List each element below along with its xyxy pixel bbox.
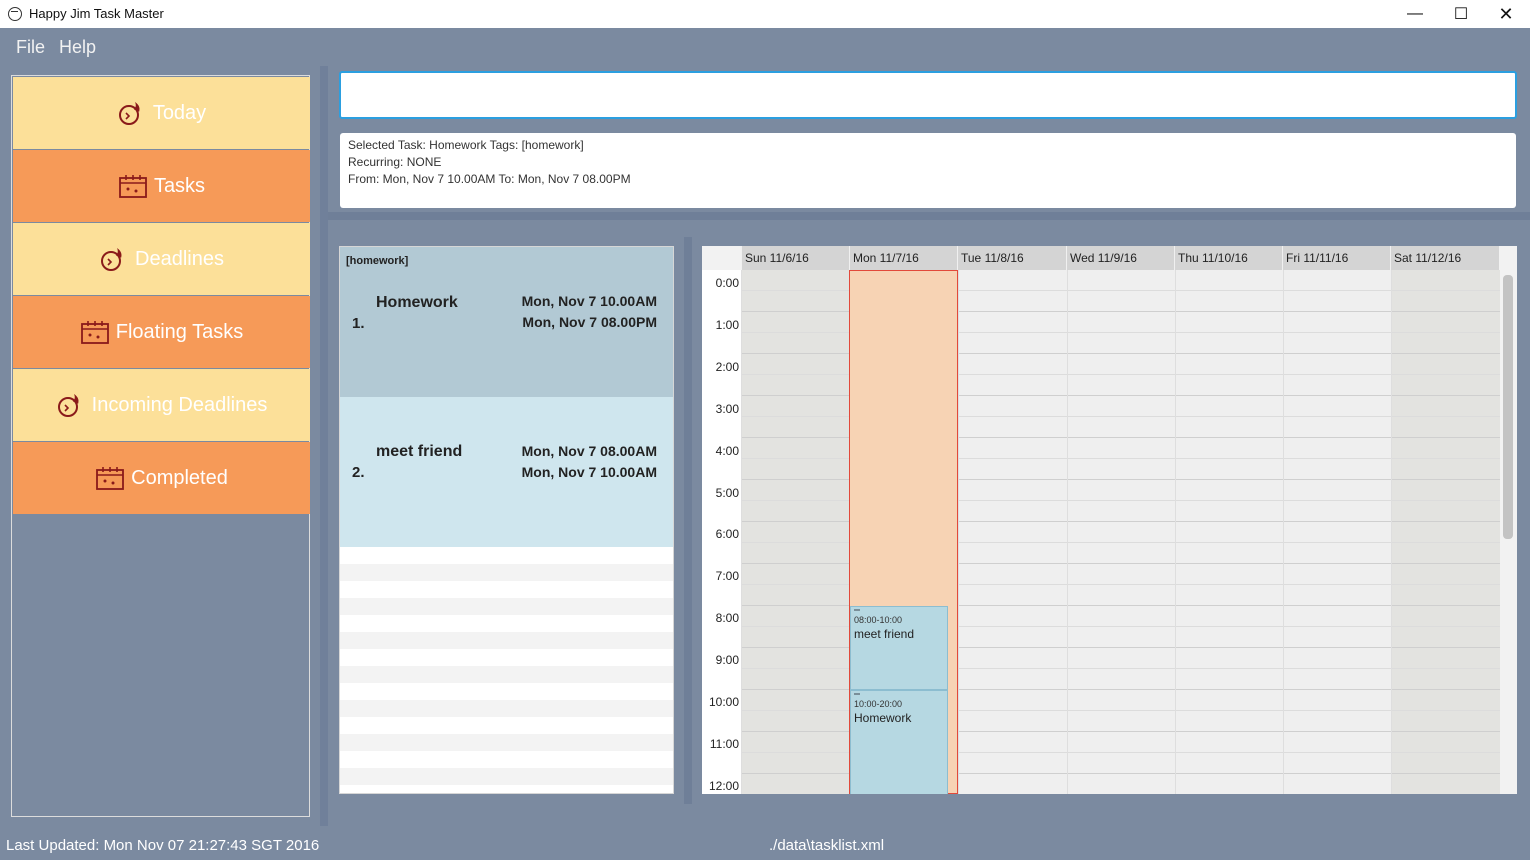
maximize-button[interactable]: ☐	[1438, 0, 1484, 28]
event-name: Homework	[854, 711, 912, 725]
task-tags: [homework]	[346, 255, 409, 267]
horizontal-divider[interactable]	[328, 212, 1530, 220]
day-header: Sat 11/12/16	[1390, 246, 1499, 270]
status-bar: Last Updated: Mon Nov 07 21:27:43 SGT 20…	[0, 828, 1530, 860]
task-card[interactable]: [homework] 1. Homework Mon, Nov 7 10.00A…	[340, 247, 673, 397]
day-header: Wed 11/9/16	[1066, 246, 1174, 270]
hour-label: 1:00	[715, 318, 739, 332]
empty-list-rows	[340, 547, 673, 793]
window-title: Happy Jim Task Master	[29, 6, 164, 21]
hour-label: 4:00	[715, 444, 739, 458]
calendar-icon	[80, 319, 110, 345]
hour-label: 2:00	[715, 360, 739, 374]
sidebar-item-label: Deadlines	[135, 247, 224, 270]
day-header: Tue 11/8/16	[957, 246, 1066, 270]
day-column-tue[interactable]	[958, 270, 1067, 794]
command-input[interactable]	[339, 71, 1517, 119]
hour-label: 7:00	[715, 569, 739, 583]
result-line: Selected Task: Homework Tags: [homework]	[348, 138, 584, 152]
task-index: 1.	[352, 315, 365, 332]
result-display: Selected Task: Homework Tags: [homework]…	[340, 133, 1516, 208]
calendar-grid[interactable]: 0:00 1:00 2:00 3:00 4:00 5:00 6:00 7:00 …	[702, 270, 1502, 794]
hour-label: 5:00	[715, 486, 739, 500]
task-name: Homework	[376, 294, 458, 311]
hour-label: 10:00	[708, 695, 739, 709]
close-button[interactable]: ✕	[1483, 0, 1529, 28]
day-header: Thu 11/10/16	[1174, 246, 1282, 270]
calendar-icon	[95, 465, 125, 491]
sidebar-item-label: Floating Tasks	[115, 320, 244, 343]
clock-flame-icon	[99, 246, 129, 272]
hour-label: 9:00	[715, 653, 739, 667]
day-column-fri[interactable]	[1283, 270, 1391, 794]
save-file-path: ./data\tasklist.xml	[769, 837, 885, 854]
hour-label: 12:00	[708, 779, 739, 793]
day-column-thu[interactable]	[1175, 270, 1283, 794]
calendar-icon	[118, 173, 148, 199]
calendar-day-headers: Sun 11/6/16 Mon 11/7/16 Tue 11/8/16 Wed …	[741, 246, 1499, 270]
sidebar-item-floating-tasks[interactable]: Floating Tasks	[13, 296, 310, 368]
event-name: meet friend	[854, 627, 915, 641]
result-line: From: Mon, Nov 7 10.00AM To: Mon, Nov 7 …	[348, 172, 631, 186]
day-column-sat[interactable]	[1391, 270, 1500, 794]
menu-help[interactable]: Help	[59, 37, 96, 58]
event-time: 08:00-10:00	[854, 615, 903, 625]
minimize-button[interactable]: —	[1392, 0, 1438, 28]
sidebar: Today Tasks Deadlines Floating Tasks Inc…	[11, 75, 310, 817]
task-end: Mon, Nov 7 08.00PM	[522, 314, 657, 330]
sidebar-divider[interactable]	[320, 66, 328, 826]
sidebar-item-tasks[interactable]: Tasks	[13, 150, 310, 222]
day-column-sun[interactable]	[741, 270, 849, 794]
sidebar-item-label: Incoming Deadlines	[91, 393, 268, 416]
event-marker	[854, 693, 860, 695]
day-header: Fri 11/11/16	[1282, 246, 1390, 270]
menu-bar: File Help	[0, 28, 1530, 64]
week-calendar: Sun 11/6/16 Mon 11/7/16 Tue 11/8/16 Wed …	[702, 246, 1517, 794]
task-index: 2.	[352, 464, 365, 481]
event-marker	[854, 609, 860, 611]
calendar-event[interactable]: 08:00-10:00 meet friend	[850, 606, 948, 690]
sidebar-item-today[interactable]: Today	[13, 77, 310, 149]
hour-label: 11:00	[709, 737, 739, 751]
sidebar-item-label: Completed	[131, 466, 228, 489]
day-header: Mon 11/7/16	[849, 246, 957, 270]
title-bar: Happy Jim Task Master — ☐ ✕	[0, 0, 1530, 28]
sidebar-item-label: Today	[152, 101, 207, 124]
hour-label: 8:00	[715, 611, 739, 625]
clock-flame-icon	[56, 392, 86, 418]
sidebar-item-label: Tasks	[153, 174, 206, 197]
event-time: 10:00-20:00	[854, 699, 903, 709]
task-start: Mon, Nov 7 08.00AM	[521, 443, 657, 459]
task-start: Mon, Nov 7 10.00AM	[521, 293, 657, 309]
clock-flame-icon	[117, 100, 147, 126]
task-card[interactable]: 2. meet friend Mon, Nov 7 08.00AM Mon, N…	[340, 397, 673, 547]
task-end: Mon, Nov 7 10.00AM	[521, 464, 657, 480]
calendar-scrollbar[interactable]	[1503, 275, 1513, 539]
hour-label: 6:00	[715, 527, 739, 541]
task-list[interactable]: [homework] 1. Homework Mon, Nov 7 10.00A…	[339, 246, 674, 794]
sidebar-item-incoming-deadlines[interactable]: Incoming Deadlines	[13, 369, 310, 441]
time-column: 0:00 1:00 2:00 3:00 4:00 5:00 6:00 7:00 …	[702, 270, 741, 794]
menu-file[interactable]: File	[16, 37, 45, 58]
hour-label: 3:00	[715, 402, 739, 416]
task-name: meet friend	[376, 443, 463, 460]
calendar-event[interactable]: 10:00-20:00 Homework	[850, 690, 948, 794]
sidebar-item-completed[interactable]: Completed	[13, 442, 310, 514]
app-icon	[8, 7, 22, 21]
day-header: Sun 11/6/16	[741, 246, 849, 270]
hour-label: 0:00	[715, 276, 739, 290]
sidebar-item-deadlines[interactable]: Deadlines	[13, 223, 310, 295]
list-calendar-divider[interactable]	[684, 237, 692, 804]
result-line: Recurring: NONE	[348, 155, 442, 169]
day-column-wed[interactable]	[1067, 270, 1175, 794]
last-updated-status: Last Updated: Mon Nov 07 21:27:43 SGT 20…	[6, 837, 320, 854]
